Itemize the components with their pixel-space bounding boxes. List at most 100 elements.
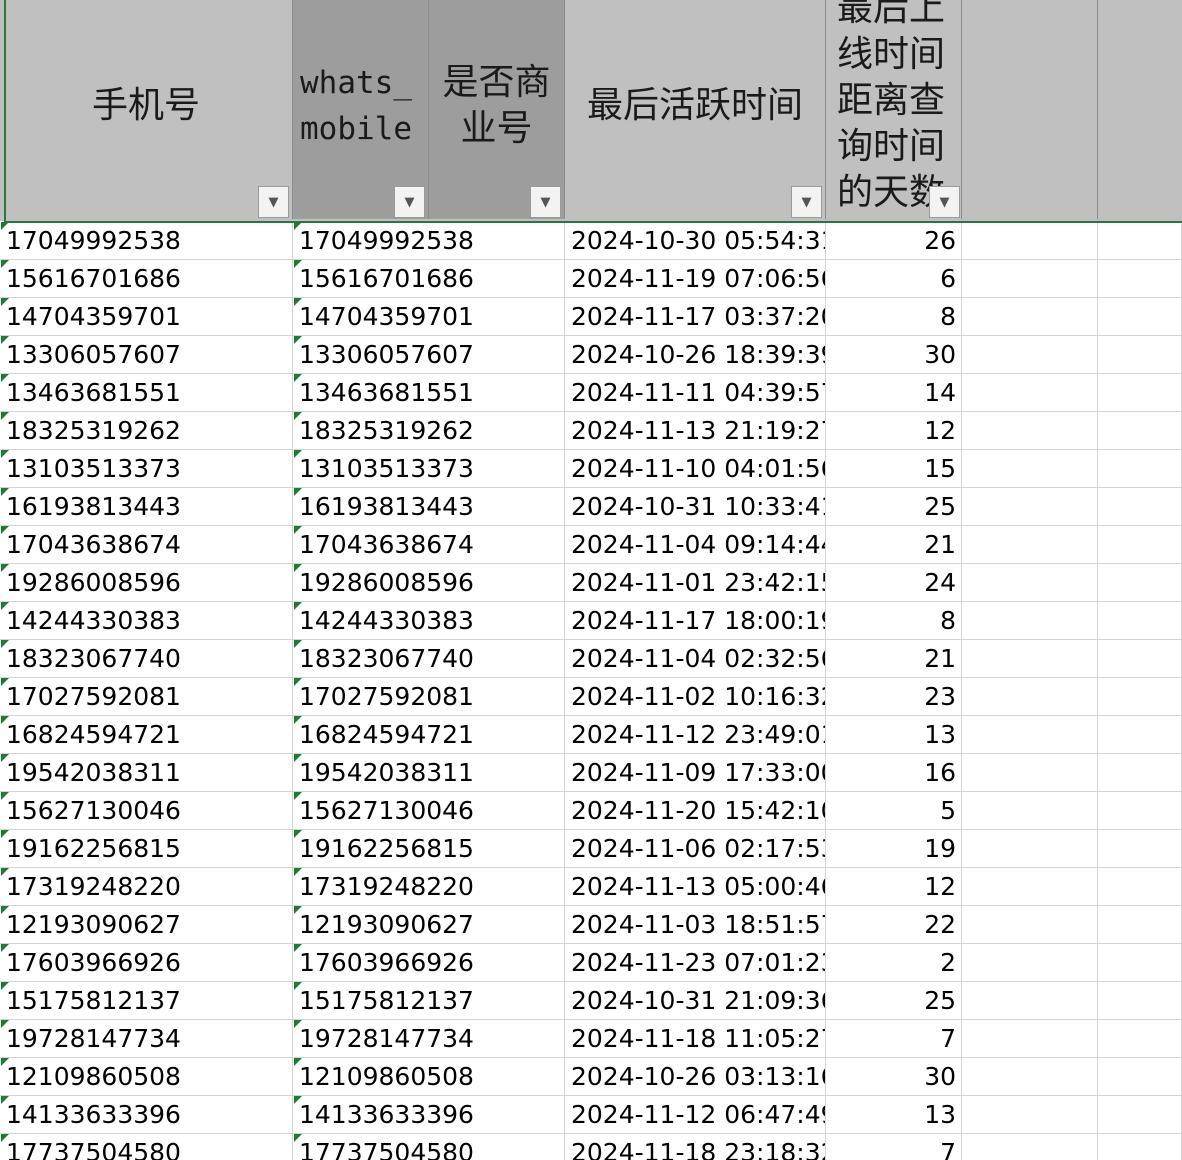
cell-empty-g[interactable]	[1098, 260, 1182, 298]
cell-empty-g[interactable]	[1098, 298, 1182, 336]
cell-phone[interactable]: 17027592081	[0, 678, 293, 716]
filter-dropdown-last-active[interactable]: ▼	[791, 186, 822, 218]
cell-last-active[interactable]: 2024-10-30 05:54:31	[565, 222, 826, 260]
cell-phone[interactable]: 16824594721	[0, 716, 293, 754]
cell-whats-mobile[interactable]: 13463681551	[293, 374, 474, 412]
cell-empty-g[interactable]	[1098, 488, 1182, 526]
cell-empty-f[interactable]	[962, 298, 1098, 336]
cell-phone[interactable]: 13463681551	[0, 374, 293, 412]
cell-phone[interactable]: 17737504580	[0, 1134, 293, 1160]
cell-empty-f[interactable]	[962, 678, 1098, 716]
cell-last-active[interactable]: 2024-11-18 23:18:32	[565, 1134, 826, 1160]
filter-dropdown-phone[interactable]: ▼	[258, 186, 289, 218]
cell-days-since[interactable]: 24	[826, 564, 962, 602]
cell-days-since[interactable]: 23	[826, 678, 962, 716]
cell-empty-f[interactable]	[962, 222, 1098, 260]
cell-phone[interactable]: 17043638674	[0, 526, 293, 564]
cell-empty-g[interactable]	[1098, 868, 1182, 906]
cell-empty-f[interactable]	[962, 526, 1098, 564]
cell-whats-mobile[interactable]: 17049992538	[293, 222, 474, 260]
cell-empty-f[interactable]	[962, 792, 1098, 830]
cell-last-active[interactable]: 2024-11-12 06:47:49	[565, 1096, 826, 1134]
cell-empty-g[interactable]	[1098, 450, 1182, 488]
cell-days-since[interactable]: 7	[826, 1134, 962, 1160]
cell-empty-f[interactable]	[962, 1058, 1098, 1096]
header-cell-empty-g[interactable]	[1098, 0, 1182, 219]
cell-phone[interactable]: 14704359701	[0, 298, 293, 336]
cell-days-since[interactable]: 30	[826, 336, 962, 374]
cell-empty-f[interactable]	[962, 982, 1098, 1020]
cell-days-since[interactable]: 12	[826, 868, 962, 906]
cell-phone[interactable]: 13306057607	[0, 336, 293, 374]
cell-days-since[interactable]: 26	[826, 222, 962, 260]
cell-empty-f[interactable]	[962, 1096, 1098, 1134]
cell-empty-g[interactable]	[1098, 1134, 1182, 1160]
cell-phone[interactable]: 15616701686	[0, 260, 293, 298]
cell-phone[interactable]: 15175812137	[0, 982, 293, 1020]
cell-empty-f[interactable]	[962, 868, 1098, 906]
header-cell-phone[interactable]: 手机号	[0, 0, 293, 219]
cell-whats-mobile[interactable]: 16824594721	[293, 716, 474, 754]
cell-phone[interactable]: 13103513373	[0, 450, 293, 488]
filter-dropdown-is-business[interactable]: ▼	[530, 186, 561, 218]
cell-phone[interactable]: 15627130046	[0, 792, 293, 830]
cell-phone[interactable]: 19162256815	[0, 830, 293, 868]
cell-days-since[interactable]: 30	[826, 1058, 962, 1096]
cell-whats-mobile[interactable]: 19542038311	[293, 754, 474, 792]
cell-empty-f[interactable]	[962, 260, 1098, 298]
cell-whats-mobile[interactable]: 19728147734	[293, 1020, 474, 1058]
cell-days-since[interactable]: 14	[826, 374, 962, 412]
cell-whats-mobile[interactable]: 12193090627	[293, 906, 474, 944]
cell-last-active[interactable]: 2024-11-09 17:33:00	[565, 754, 826, 792]
cell-last-active[interactable]: 2024-11-20 15:42:10	[565, 792, 826, 830]
cell-whats-mobile[interactable]: 17319248220	[293, 868, 474, 906]
cell-empty-f[interactable]	[962, 944, 1098, 982]
cell-last-active[interactable]: 2024-11-11 04:39:57	[565, 374, 826, 412]
cell-days-since[interactable]: 21	[826, 640, 962, 678]
cell-empty-g[interactable]	[1098, 792, 1182, 830]
cell-empty-g[interactable]	[1098, 754, 1182, 792]
cell-days-since[interactable]: 25	[826, 488, 962, 526]
cell-empty-g[interactable]	[1098, 944, 1182, 982]
cell-empty-g[interactable]	[1098, 412, 1182, 450]
cell-last-active[interactable]: 2024-11-12 23:49:01	[565, 716, 826, 754]
cell-empty-g[interactable]	[1098, 1058, 1182, 1096]
cell-whats-mobile[interactable]: 17027592081	[293, 678, 474, 716]
filter-dropdown-days-since[interactable]: ▼	[929, 186, 960, 218]
cell-empty-f[interactable]	[962, 450, 1098, 488]
cell-days-since[interactable]: 8	[826, 298, 962, 336]
cell-days-since[interactable]: 19	[826, 830, 962, 868]
cell-last-active[interactable]: 2024-10-31 21:09:36	[565, 982, 826, 1020]
cell-whats-mobile[interactable]: 15627130046	[293, 792, 474, 830]
cell-last-active[interactable]: 2024-10-26 03:13:16	[565, 1058, 826, 1096]
cell-empty-g[interactable]	[1098, 716, 1182, 754]
cell-empty-f[interactable]	[962, 1020, 1098, 1058]
cell-phone[interactable]: 12109860508	[0, 1058, 293, 1096]
cell-phone[interactable]: 18325319262	[0, 412, 293, 450]
cell-empty-f[interactable]	[962, 640, 1098, 678]
cell-last-active[interactable]: 2024-11-13 21:19:27	[565, 412, 826, 450]
cell-phone[interactable]: 14244330383	[0, 602, 293, 640]
cell-last-active[interactable]: 2024-11-18 11:05:27	[565, 1020, 826, 1058]
cell-last-active[interactable]: 2024-11-04 02:32:56	[565, 640, 826, 678]
cell-empty-f[interactable]	[962, 564, 1098, 602]
cell-whats-mobile[interactable]: 18323067740	[293, 640, 474, 678]
cell-empty-g[interactable]	[1098, 982, 1182, 1020]
cell-phone[interactable]: 17319248220	[0, 868, 293, 906]
cell-empty-g[interactable]	[1098, 678, 1182, 716]
cell-days-since[interactable]: 2	[826, 944, 962, 982]
cell-last-active[interactable]: 2024-10-26 18:39:39	[565, 336, 826, 374]
cell-phone[interactable]: 14133633396	[0, 1096, 293, 1134]
cell-days-since[interactable]: 12	[826, 412, 962, 450]
cell-last-active[interactable]: 2024-11-02 10:16:32	[565, 678, 826, 716]
cell-empty-f[interactable]	[962, 906, 1098, 944]
cell-whats-mobile[interactable]: 13103513373	[293, 450, 474, 488]
cell-last-active[interactable]: 2024-11-17 18:00:19	[565, 602, 826, 640]
cell-whats-mobile[interactable]: 15616701686	[293, 260, 474, 298]
cell-last-active[interactable]: 2024-10-31 10:33:41	[565, 488, 826, 526]
cell-whats-mobile[interactable]: 19162256815	[293, 830, 474, 868]
cell-empty-f[interactable]	[962, 488, 1098, 526]
cell-days-since[interactable]: 7	[826, 1020, 962, 1058]
cell-whats-mobile[interactable]: 17043638674	[293, 526, 474, 564]
cell-empty-g[interactable]	[1098, 564, 1182, 602]
